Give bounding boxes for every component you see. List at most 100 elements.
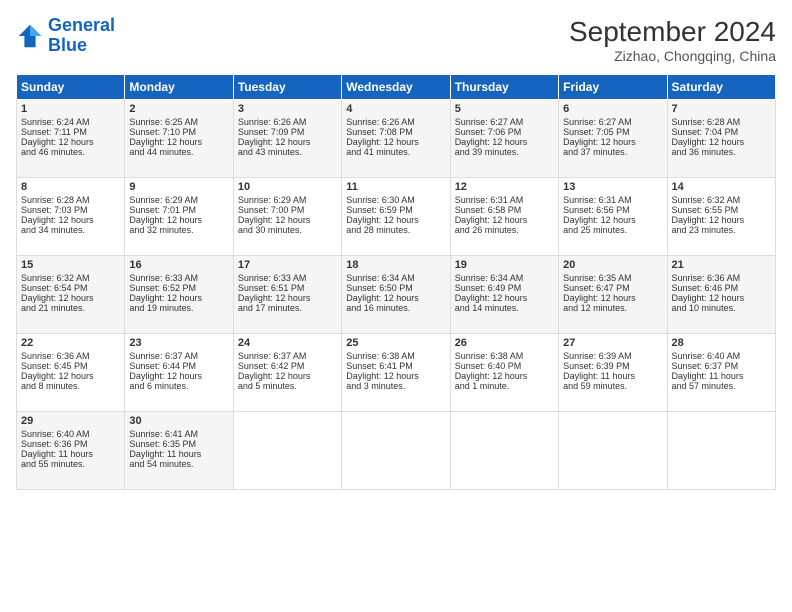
day-info-line: Sunrise: 6:34 AM: [455, 273, 554, 283]
day-cell: 25Sunrise: 6:38 AMSunset: 6:41 PMDayligh…: [342, 334, 450, 412]
day-info-line: Sunset: 6:41 PM: [346, 361, 445, 371]
day-cell: 29Sunrise: 6:40 AMSunset: 6:36 PMDayligh…: [17, 412, 125, 490]
day-info-line: Sunrise: 6:33 AM: [238, 273, 337, 283]
day-info-line: Sunset: 7:09 PM: [238, 127, 337, 137]
logo-line1: General: [48, 15, 115, 35]
day-info-line: and 28 minutes.: [346, 225, 445, 235]
day-info-line: and 34 minutes.: [21, 225, 120, 235]
day-cell: 4Sunrise: 6:26 AMSunset: 7:08 PMDaylight…: [342, 100, 450, 178]
logo: General Blue: [16, 16, 115, 56]
day-info-line: Sunset: 6:47 PM: [563, 283, 662, 293]
day-info-line: Sunrise: 6:34 AM: [346, 273, 445, 283]
day-info-line: and 57 minutes.: [672, 381, 771, 391]
day-info-line: and 8 minutes.: [21, 381, 120, 391]
day-cell: 23Sunrise: 6:37 AMSunset: 6:44 PMDayligh…: [125, 334, 233, 412]
day-info-line: Sunrise: 6:27 AM: [455, 117, 554, 127]
day-info-line: and 10 minutes.: [672, 303, 771, 313]
day-cell: 22Sunrise: 6:36 AMSunset: 6:45 PMDayligh…: [17, 334, 125, 412]
day-info-line: Daylight: 12 hours: [346, 137, 445, 147]
day-info-line: Sunset: 6:35 PM: [129, 439, 228, 449]
day-info-line: Sunrise: 6:26 AM: [346, 117, 445, 127]
day-cell: 9Sunrise: 6:29 AMSunset: 7:01 PMDaylight…: [125, 178, 233, 256]
week-row-3: 15Sunrise: 6:32 AMSunset: 6:54 PMDayligh…: [17, 256, 776, 334]
day-info-line: Sunset: 7:10 PM: [129, 127, 228, 137]
day-info-line: and 26 minutes.: [455, 225, 554, 235]
day-info-line: Daylight: 12 hours: [672, 215, 771, 225]
day-info-line: and 46 minutes.: [21, 147, 120, 157]
day-info-line: and 54 minutes.: [129, 459, 228, 469]
day-info-line: Daylight: 12 hours: [238, 215, 337, 225]
day-info-line: Sunset: 6:55 PM: [672, 205, 771, 215]
day-info-line: and 21 minutes.: [21, 303, 120, 313]
day-info-line: Sunrise: 6:31 AM: [455, 195, 554, 205]
day-info-line: Sunrise: 6:29 AM: [129, 195, 228, 205]
day-info-line: Sunset: 6:39 PM: [563, 361, 662, 371]
day-info-line: Daylight: 12 hours: [346, 215, 445, 225]
calendar-header: SundayMondayTuesdayWednesdayThursdayFrid…: [17, 75, 776, 100]
day-number: 14: [672, 181, 771, 193]
day-info-line: and 55 minutes.: [21, 459, 120, 469]
day-info-line: Sunrise: 6:24 AM: [21, 117, 120, 127]
day-cell: 2Sunrise: 6:25 AMSunset: 7:10 PMDaylight…: [125, 100, 233, 178]
day-number: 2: [129, 103, 228, 115]
day-cell: 13Sunrise: 6:31 AMSunset: 6:56 PMDayligh…: [559, 178, 667, 256]
day-number: 9: [129, 181, 228, 193]
day-info-line: Daylight: 12 hours: [563, 215, 662, 225]
subtitle: Zizhao, Chongqing, China: [569, 48, 776, 64]
day-info-line: Sunset: 6:59 PM: [346, 205, 445, 215]
day-number: 16: [129, 259, 228, 271]
day-info-line: Sunrise: 6:32 AM: [21, 273, 120, 283]
day-info-line: Sunrise: 6:35 AM: [563, 273, 662, 283]
logo-icon: [16, 22, 44, 50]
day-info-line: and 44 minutes.: [129, 147, 228, 157]
day-info-line: Sunset: 7:05 PM: [563, 127, 662, 137]
logo-text: General Blue: [48, 16, 115, 56]
day-info-line: Daylight: 12 hours: [21, 293, 120, 303]
day-info-line: and 41 minutes.: [346, 147, 445, 157]
day-info-line: Daylight: 12 hours: [21, 371, 120, 381]
day-cell: 5Sunrise: 6:27 AMSunset: 7:06 PMDaylight…: [450, 100, 558, 178]
day-info-line: Sunrise: 6:41 AM: [129, 429, 228, 439]
day-info-line: Sunset: 7:04 PM: [672, 127, 771, 137]
day-number: 7: [672, 103, 771, 115]
day-info-line: Sunset: 6:58 PM: [455, 205, 554, 215]
day-info-line: Daylight: 11 hours: [563, 371, 662, 381]
header-cell-tuesday: Tuesday: [233, 75, 341, 100]
day-info-line: Sunset: 6:37 PM: [672, 361, 771, 371]
day-info-line: Daylight: 12 hours: [672, 293, 771, 303]
day-info-line: Sunset: 7:11 PM: [21, 127, 120, 137]
day-info-line: and 14 minutes.: [455, 303, 554, 313]
day-cell: [667, 412, 775, 490]
day-info-line: Daylight: 12 hours: [238, 293, 337, 303]
day-cell: 26Sunrise: 6:38 AMSunset: 6:40 PMDayligh…: [450, 334, 558, 412]
day-info-line: and 59 minutes.: [563, 381, 662, 391]
day-cell: 10Sunrise: 6:29 AMSunset: 7:00 PMDayligh…: [233, 178, 341, 256]
day-info-line: Sunrise: 6:33 AM: [129, 273, 228, 283]
day-info-line: Sunrise: 6:38 AM: [455, 351, 554, 361]
day-info-line: Daylight: 12 hours: [346, 293, 445, 303]
day-info-line: and 39 minutes.: [455, 147, 554, 157]
day-number: 10: [238, 181, 337, 193]
day-info-line: Daylight: 12 hours: [129, 293, 228, 303]
day-info-line: and 6 minutes.: [129, 381, 228, 391]
day-info-line: Daylight: 12 hours: [346, 371, 445, 381]
day-info-line: Sunset: 6:52 PM: [129, 283, 228, 293]
day-info-line: Sunrise: 6:30 AM: [346, 195, 445, 205]
day-info-line: Sunset: 6:46 PM: [672, 283, 771, 293]
week-row-5: 29Sunrise: 6:40 AMSunset: 6:36 PMDayligh…: [17, 412, 776, 490]
page: General Blue September 2024 Zizhao, Chon…: [0, 0, 792, 612]
day-info-line: Sunrise: 6:36 AM: [672, 273, 771, 283]
day-info-line: Sunset: 7:06 PM: [455, 127, 554, 137]
header-cell-wednesday: Wednesday: [342, 75, 450, 100]
day-info-line: Sunset: 6:56 PM: [563, 205, 662, 215]
header-cell-friday: Friday: [559, 75, 667, 100]
week-row-2: 8Sunrise: 6:28 AMSunset: 7:03 PMDaylight…: [17, 178, 776, 256]
day-info-line: and 32 minutes.: [129, 225, 228, 235]
day-info-line: and 16 minutes.: [346, 303, 445, 313]
day-info-line: and 17 minutes.: [238, 303, 337, 313]
day-cell: 3Sunrise: 6:26 AMSunset: 7:09 PMDaylight…: [233, 100, 341, 178]
day-info-line: and 3 minutes.: [346, 381, 445, 391]
day-info-line: Sunset: 6:50 PM: [346, 283, 445, 293]
day-number: 25: [346, 337, 445, 349]
day-info-line: Sunset: 6:36 PM: [21, 439, 120, 449]
